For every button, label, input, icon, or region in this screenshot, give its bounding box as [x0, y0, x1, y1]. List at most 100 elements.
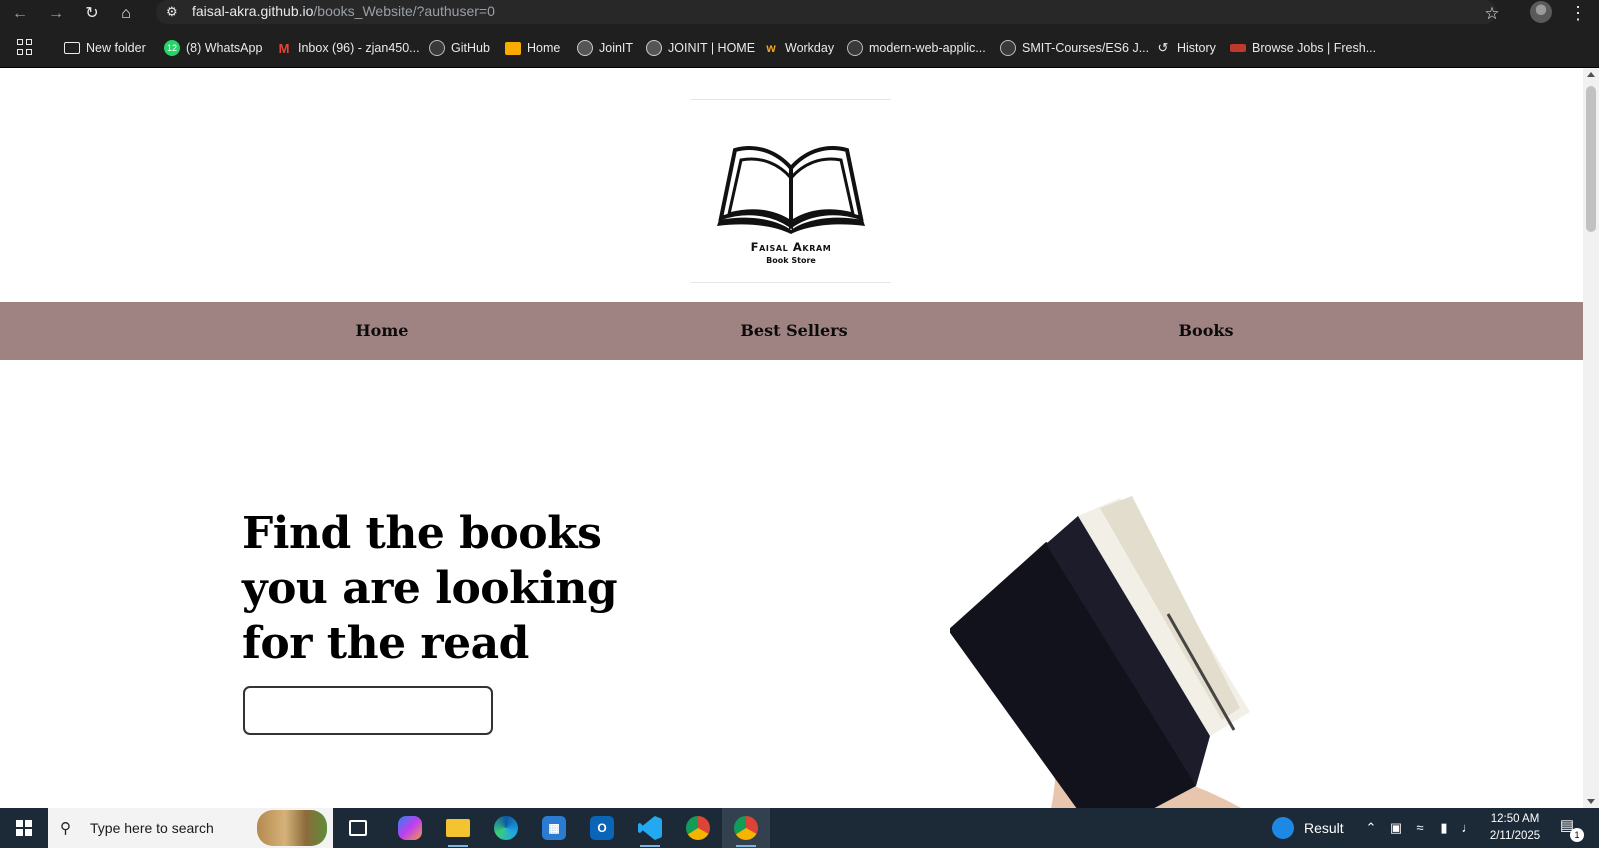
bookmark-home[interactable]: Home [505, 38, 560, 58]
taskbar-search-placeholder: Type here to search [90, 820, 214, 836]
browser-menu-icon[interactable]: ⋮ [1568, 2, 1588, 26]
folder-icon [64, 42, 80, 54]
task-view-button[interactable] [334, 808, 382, 848]
taskbar-vscode[interactable] [626, 808, 674, 848]
weather-widget[interactable]: Result [1272, 808, 1344, 848]
taskbar-store[interactable]: ▦ [530, 808, 578, 848]
windows-logo-icon [16, 820, 32, 836]
web-page: Faisal Akram Book Store Home Best Seller… [0, 68, 1583, 808]
clock-date: 2/11/2025 [1489, 830, 1541, 842]
whatsapp-icon: 12 [164, 40, 180, 56]
classroom-icon [505, 41, 521, 55]
weather-label: Result [1304, 820, 1344, 836]
bookmark-star-icon[interactable]: ☆ [1480, 2, 1504, 26]
globe-icon [646, 40, 662, 56]
bookmark-smit-courses[interactable]: SMIT-Courses/ES6 J... [1000, 38, 1149, 58]
vscode-icon [638, 816, 662, 840]
bookmark-modern-web[interactable]: modern-web-applic... [847, 38, 986, 58]
scroll-up-icon[interactable] [1587, 72, 1595, 77]
taskbar-outlook[interactable]: O [578, 808, 626, 848]
meet-now-icon[interactable]: ▣ [1387, 818, 1405, 838]
search-icon: ⚲ [60, 820, 71, 837]
scroll-down-icon[interactable] [1587, 799, 1595, 804]
notification-badge: 1 [1570, 828, 1584, 842]
site-logo[interactable]: Faisal Akram Book Store [691, 99, 891, 283]
notification-center-icon[interactable]: ▤ 1 [1556, 816, 1584, 842]
outlook-icon: O [590, 816, 614, 840]
bookmark-workday[interactable]: w Workday [763, 38, 834, 58]
chrome-icon [734, 816, 758, 840]
battery-icon[interactable]: ▮ [1435, 818, 1453, 838]
bookmark-label: New folder [86, 41, 146, 55]
bookmark-label: History [1177, 41, 1216, 55]
bookmarks-bar: New folder 12 (8) WhatsApp M Inbox (96) … [0, 28, 1599, 68]
bookmark-label: Inbox (96) - zjan450... [298, 41, 420, 55]
bookmark-label: Home [527, 41, 561, 55]
store-icon: ▦ [542, 816, 566, 840]
edge-icon [494, 816, 518, 840]
bookmark-label: JoinIT [599, 41, 634, 55]
windows-taskbar: ⚲ Type here to search ▦ O Result ⌃ ▣ ≈ ▮… [0, 808, 1599, 848]
taskbar-clock[interactable]: 12:50 AM 2/11/2025 [1480, 811, 1550, 845]
logo-subtitle: Book Store [766, 256, 816, 265]
bookmark-joinit-home[interactable]: JOINIT | HOME [646, 38, 755, 58]
bookmark-github[interactable]: GitHub [429, 38, 490, 58]
bookmark-history[interactable]: ↺ History [1155, 38, 1216, 58]
taskbar-copilot[interactable] [386, 808, 434, 848]
address-bar[interactable]: ⚙ faisal-akra.github.io/books_Website/?a… [156, 0, 1496, 24]
scrollbar-thumb[interactable] [1586, 86, 1596, 232]
history-icon: ↺ [1157, 40, 1169, 55]
chrome-icon [686, 816, 710, 840]
taskbar-edge[interactable] [482, 808, 530, 848]
volume-icon[interactable]: ♩ [1459, 818, 1477, 838]
file-explorer-icon [446, 819, 470, 837]
rozee-icon [1230, 44, 1246, 52]
book-search-input[interactable] [243, 686, 493, 735]
url-text[interactable]: faisal-akra.github.io/books_Website/?aut… [192, 3, 495, 19]
bookmark-label: modern-web-applic... [869, 41, 986, 55]
main-navbar: Home Best Sellers Books [0, 302, 1583, 360]
site-info-icon[interactable]: ⚙ [166, 3, 184, 21]
reload-icon[interactable]: ↻ [80, 2, 104, 26]
nav-home[interactable]: Home [356, 302, 409, 360]
bookmark-whatsapp[interactable]: 12 (8) WhatsApp [164, 38, 262, 58]
gmail-icon: M [278, 40, 290, 56]
bookmark-new-folder[interactable]: New folder [64, 38, 146, 58]
clock-time: 12:50 AM [1490, 813, 1540, 825]
home-icon[interactable]: ⌂ [114, 2, 138, 26]
url-host: faisal-akra.github.io [192, 3, 314, 19]
start-button[interactable] [0, 808, 48, 848]
bookmark-label: Workday [785, 41, 835, 55]
nav-books[interactable]: Books [1179, 302, 1234, 360]
logo-brand-text: Faisal Akram [750, 240, 832, 254]
bookmark-browse-jobs[interactable]: Browse Jobs | Fresh... [1230, 38, 1376, 58]
taskbar-search[interactable]: ⚲ Type here to search [48, 808, 333, 848]
task-view-icon [349, 820, 367, 836]
github-icon [1000, 40, 1016, 56]
browser-toolbar: ← → ↻ ⌂ ⚙ faisal-akra.github.io/books_We… [0, 0, 1599, 28]
bookmark-label: JOINIT | HOME [668, 41, 756, 55]
hand-holding-book-image [950, 496, 1250, 808]
workday-icon: w [766, 41, 776, 55]
taskbar-chrome-active[interactable] [722, 808, 770, 848]
taskbar-file-explorer[interactable] [434, 808, 482, 848]
github-icon [847, 40, 863, 56]
search-highlight-image [257, 810, 327, 846]
bookmark-label: SMIT-Courses/ES6 J... [1022, 41, 1150, 55]
bookmark-label: GitHub [451, 41, 490, 55]
forward-icon[interactable]: → [44, 2, 68, 26]
wifi-icon[interactable]: ≈ [1411, 818, 1429, 838]
taskbar-chrome[interactable] [674, 808, 722, 848]
url-path: /books_Website/?authuser=0 [313, 3, 495, 19]
nav-best-sellers[interactable]: Best Sellers [740, 302, 847, 360]
profile-avatar[interactable] [1530, 1, 1552, 23]
hero-title-line-3: for the read [242, 618, 529, 669]
bookmark-joinit[interactable]: JoinIT [577, 38, 633, 58]
apps-grid-icon[interactable] [17, 39, 33, 55]
back-icon[interactable]: ← [8, 2, 32, 26]
bookmark-label: Browse Jobs | Fresh... [1252, 41, 1377, 55]
bookmark-gmail[interactable]: M Inbox (96) - zjan450... [276, 38, 420, 58]
page-scrollbar[interactable] [1583, 68, 1599, 808]
chevron-up-icon[interactable]: ⌃ [1362, 818, 1380, 838]
github-icon [429, 40, 445, 56]
